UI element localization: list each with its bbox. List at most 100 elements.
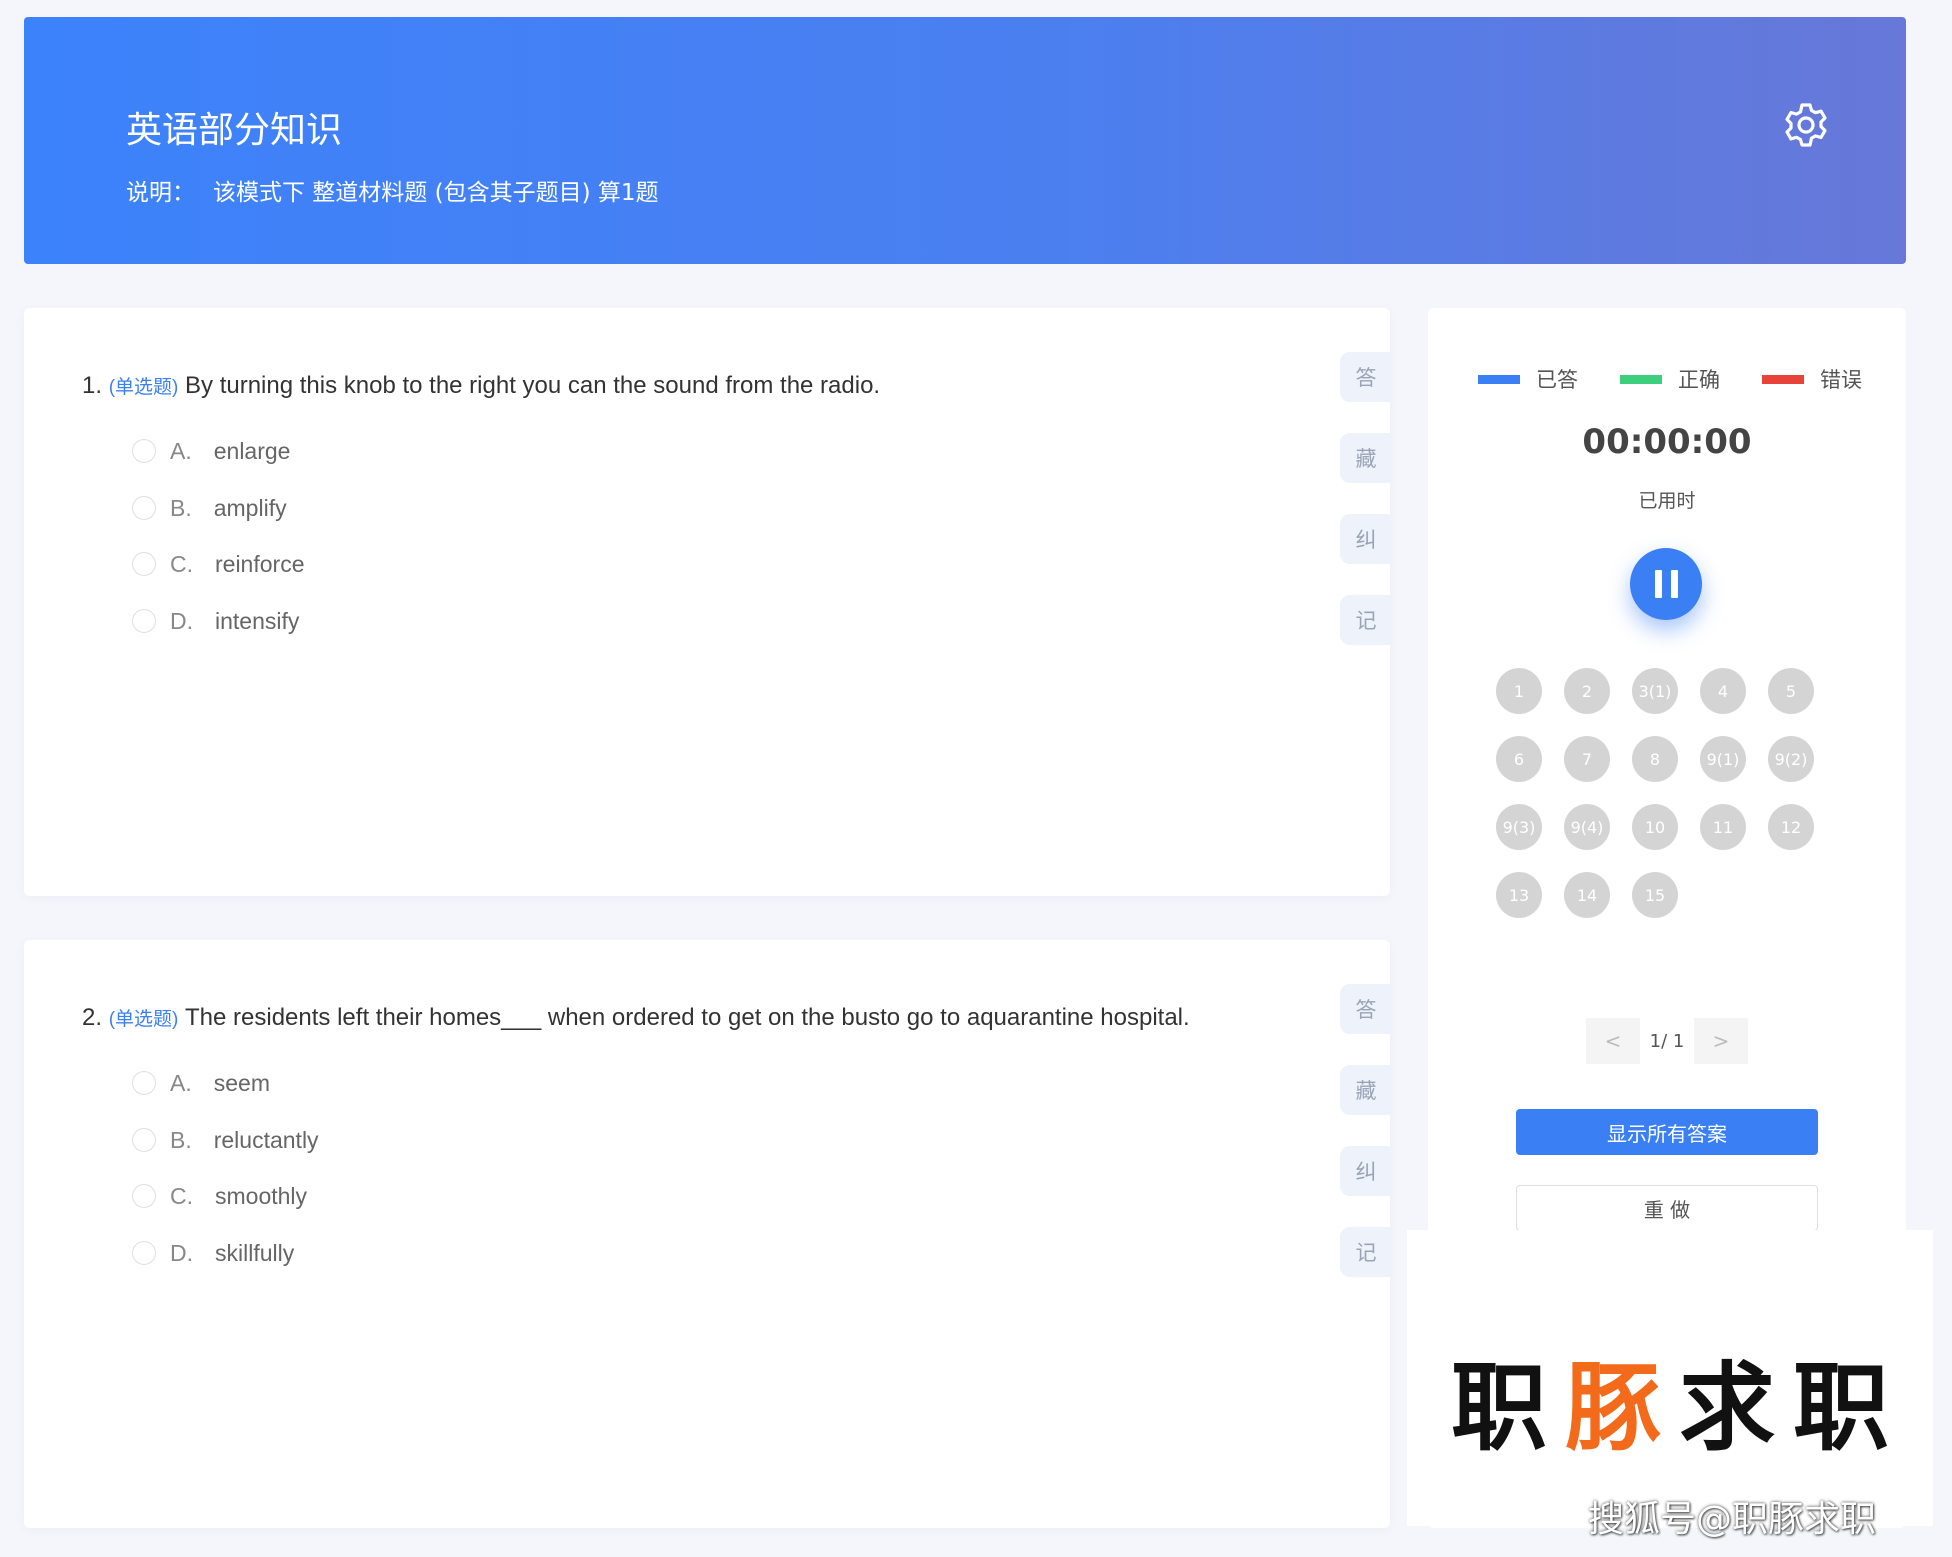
- option-letter: A.: [170, 1069, 192, 1096]
- radio-button[interactable]: [132, 439, 156, 463]
- answer-button[interactable]: 答: [1340, 352, 1392, 402]
- question-nav-item[interactable]: 9(2): [1768, 736, 1814, 782]
- option-letter: B.: [170, 494, 192, 521]
- option-text: skillfully: [215, 1239, 295, 1266]
- question-text: By turning this knob to the right you ca…: [185, 372, 881, 399]
- description-text: 该模式下 整道材料题 (包含其子题目) 算1题: [213, 180, 659, 206]
- option-c[interactable]: C. smoothly: [132, 1181, 307, 1211]
- question-card-1: 1. (单选题) By turning this knob to the rig…: [24, 308, 1392, 896]
- radio-button[interactable]: [132, 1241, 156, 1265]
- question-nav-item[interactable]: 9(1): [1700, 736, 1746, 782]
- radio-button[interactable]: [132, 1184, 156, 1208]
- question-number: 1.: [82, 372, 103, 399]
- page-title: 英语部分知识: [126, 110, 343, 151]
- pause-button[interactable]: [1630, 548, 1702, 620]
- option-letter: D.: [170, 1239, 193, 1266]
- question-nav-item[interactable]: 11: [1700, 804, 1746, 850]
- option-d[interactable]: D. skillfully: [132, 1238, 294, 1268]
- show-all-answers-button[interactable]: 显示所有答案: [1516, 1109, 1818, 1155]
- page-indicator: 1/ 1: [1649, 1030, 1685, 1052]
- brand-char: 求: [1679, 1352, 1793, 1464]
- brand-char: 职: [1793, 1352, 1907, 1464]
- option-d[interactable]: D. intensify: [132, 606, 299, 636]
- brand-logo: 职豚求职: [1451, 1330, 1907, 1469]
- legend-label: 正确: [1678, 368, 1720, 392]
- radio-button[interactable]: [132, 1071, 156, 1095]
- option-b[interactable]: B. reluctantly: [132, 1125, 319, 1155]
- radio-button[interactable]: [132, 609, 156, 633]
- question-text: The residents left their homes___ when o…: [185, 1004, 1190, 1031]
- option-letter: C.: [170, 1182, 193, 1209]
- brand-watermark: 职豚求职: [1407, 1230, 1933, 1526]
- radio-button[interactable]: [132, 552, 156, 576]
- option-text: amplify: [213, 494, 287, 521]
- option-a[interactable]: A. seem: [132, 1068, 270, 1098]
- next-page-button[interactable]: >: [1694, 1018, 1748, 1064]
- option-letter: B.: [170, 1126, 192, 1153]
- note-button[interactable]: 记: [1340, 595, 1392, 645]
- page-description: 说明： 该模式下 整道材料题 (包含其子题目) 算1题: [126, 173, 659, 207]
- legend-correct: 正确: [1620, 364, 1720, 394]
- brand-char: 职: [1451, 1352, 1565, 1464]
- question-nav-item[interactable]: 2: [1564, 668, 1610, 714]
- option-text: enlarge: [213, 437, 291, 464]
- option-text: seem: [213, 1069, 270, 1096]
- question-nav-item[interactable]: 13: [1496, 872, 1542, 918]
- timer-label: 已用时: [1638, 490, 1696, 512]
- favorite-button[interactable]: 藏: [1340, 1065, 1392, 1115]
- prev-page-button[interactable]: <: [1586, 1018, 1640, 1064]
- question-nav-item[interactable]: 4: [1700, 668, 1746, 714]
- question-nav-item[interactable]: 9(4): [1564, 804, 1610, 850]
- question-nav-item[interactable]: 7: [1564, 736, 1610, 782]
- question-nav-item[interactable]: 1: [1496, 668, 1542, 714]
- gear-icon[interactable]: [1782, 101, 1830, 149]
- question-nav-item[interactable]: 12: [1768, 804, 1814, 850]
- question-nav-item[interactable]: 6: [1496, 736, 1542, 782]
- page-header: 英语部分知识 说明： 该模式下 整道材料题 (包含其子题目) 算1题: [24, 17, 1906, 264]
- question-number-grid: 1 2 3(1) 4 5 6 7 8 9(1) 9(2) 9(3) 9(4) 10 11 12 13 14 15: [1496, 668, 1846, 918]
- legend-swatch: [1762, 374, 1804, 384]
- pause-icon: [1654, 570, 1662, 598]
- question-stem: 1. (单选题) By turning this knob to the rig…: [82, 372, 880, 400]
- question-card-2: 2. (单选题) The residents left their homes_…: [24, 940, 1392, 1528]
- legend-label: 已答: [1536, 368, 1578, 392]
- question-nav-item[interactable]: 5: [1768, 668, 1814, 714]
- favorite-button[interactable]: 藏: [1340, 433, 1392, 483]
- option-text: reinforce: [215, 550, 305, 577]
- report-error-button[interactable]: 纠: [1340, 1146, 1392, 1196]
- question-nav-item[interactable]: 14: [1564, 872, 1610, 918]
- option-text: reluctantly: [213, 1126, 319, 1153]
- question-number: 2.: [82, 1004, 103, 1031]
- question-tools: 答 藏 纠 记: [1340, 352, 1392, 676]
- option-b[interactable]: B. amplify: [132, 493, 287, 523]
- radio-button[interactable]: [132, 1128, 156, 1152]
- question-nav-item[interactable]: 9(3): [1496, 804, 1542, 850]
- question-tools: 答 藏 纠 记: [1340, 984, 1392, 1308]
- legend-wrong: 错误: [1762, 364, 1862, 394]
- radio-button[interactable]: [132, 496, 156, 520]
- legend-swatch: [1478, 374, 1520, 384]
- redo-button[interactable]: 重 做: [1516, 1185, 1818, 1231]
- option-c[interactable]: C. reinforce: [132, 549, 304, 579]
- legend-swatch: [1620, 374, 1662, 384]
- elapsed-timer: 00:00:00: [1582, 422, 1752, 462]
- question-type: (单选题): [108, 1009, 179, 1030]
- note-button[interactable]: 记: [1340, 1227, 1392, 1277]
- question-nav-item[interactable]: 15: [1632, 872, 1678, 918]
- option-a[interactable]: A. enlarge: [132, 436, 290, 466]
- brand-char: 豚: [1565, 1352, 1679, 1464]
- option-letter: A.: [170, 437, 192, 464]
- legend-label: 错误: [1820, 368, 1862, 392]
- status-legend: 已答 正确 错误: [1478, 364, 1862, 394]
- question-nav-item[interactable]: 10: [1632, 804, 1678, 850]
- question-nav-item[interactable]: 8: [1632, 736, 1678, 782]
- question-nav-item[interactable]: 3(1): [1632, 668, 1678, 714]
- pagination: < 1/ 1 >: [1586, 1018, 1748, 1064]
- legend-answered: 已答: [1478, 364, 1578, 394]
- answer-button[interactable]: 答: [1340, 984, 1392, 1034]
- option-letter: C.: [170, 550, 193, 577]
- report-error-button[interactable]: 纠: [1340, 514, 1392, 564]
- option-letter: D.: [170, 607, 193, 634]
- question-type: (单选题): [108, 377, 179, 398]
- option-text: intensify: [215, 607, 300, 634]
